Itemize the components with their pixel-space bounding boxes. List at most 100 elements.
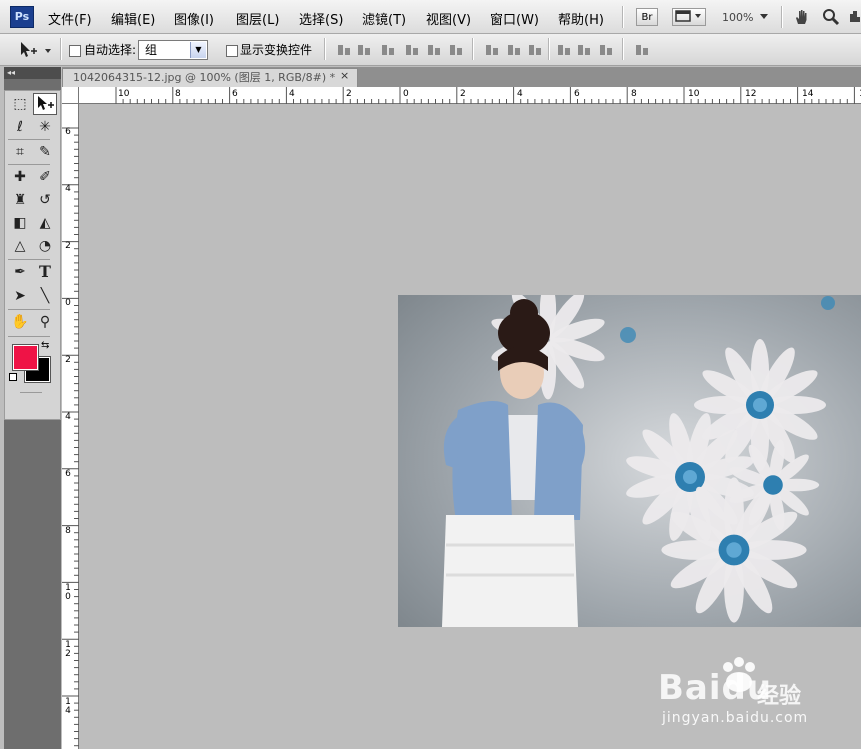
line-tool-icon[interactable]: ╲: [33, 285, 57, 307]
chevron-down-icon: ▼: [190, 42, 206, 58]
ruler-tick-label: 12: [65, 640, 71, 659]
ruler-tick-label: 2: [65, 355, 71, 365]
menu-layer[interactable]: 图层(L): [236, 9, 279, 28]
ruler-tick-label: 10: [118, 89, 130, 99]
tool-divider: [8, 336, 50, 337]
ruler-tick-label: 14: [802, 89, 814, 99]
ruler-tick-label: 8: [631, 89, 637, 99]
distribute-left-icon[interactable]: [556, 42, 572, 58]
align-top-icon[interactable]: [336, 42, 352, 58]
canvas-photo[interactable]: [398, 295, 861, 627]
ruler-tick-label: 2: [346, 89, 352, 99]
healing-brush-tool-icon[interactable]: ✚: [8, 166, 32, 188]
options-separator: [472, 38, 474, 60]
menu-window[interactable]: 窗口(W): [490, 9, 539, 28]
align-bottom-icon[interactable]: [380, 42, 396, 58]
bridge-button[interactable]: Br: [636, 8, 658, 26]
photo-content: [398, 295, 861, 627]
dodge-tool-icon[interactable]: ◔: [33, 235, 57, 257]
hand-icon[interactable]: [793, 8, 811, 26]
menu-filter[interactable]: 滤镜(T): [362, 9, 406, 28]
magic-wand-tool-icon[interactable]: ✳: [33, 116, 57, 138]
ruler-tick-label: 8: [175, 89, 181, 99]
marquee-tool-icon[interactable]: ⬚: [8, 93, 32, 115]
brush-tool-icon[interactable]: ✐: [33, 166, 57, 188]
blur-tool-icon[interactable]: △: [8, 235, 32, 257]
paint-bucket-tool-icon[interactable]: ◭: [33, 212, 57, 234]
ruler-tick-label: 10: [688, 89, 700, 99]
swap-colors-icon[interactable]: ⇆: [41, 340, 49, 351]
photoshop-logo: Ps: [10, 6, 34, 28]
default-colors-icon[interactable]: [9, 373, 17, 381]
options-separator: [60, 38, 62, 60]
auto-select-dropdown[interactable]: 组 ▼: [138, 40, 208, 60]
align-right-icon[interactable]: [448, 42, 464, 58]
ruler-tick-label: 0: [403, 89, 409, 99]
options-separator: [622, 38, 624, 60]
screen-mode-button[interactable]: [672, 8, 706, 26]
distribute-vertical-center-icon[interactable]: [506, 42, 522, 58]
close-tab-icon[interactable]: ×: [340, 69, 349, 82]
distribute-horizontal-center-icon[interactable]: [576, 42, 592, 58]
distribute-bottom-icon[interactable]: [527, 42, 543, 58]
eraser-tool-icon[interactable]: ◧: [8, 212, 32, 234]
crop-tool-icon[interactable]: ⌗: [8, 141, 32, 163]
eyedropper-tool-icon[interactable]: ✎: [33, 141, 57, 163]
menu-help[interactable]: 帮助(H): [558, 9, 604, 28]
ruler-tick-label: 6: [232, 89, 238, 99]
distribute-right-icon[interactable]: [598, 42, 614, 58]
auto-select-value: 组: [145, 43, 158, 57]
hand-tool-icon[interactable]: ✋: [8, 311, 32, 333]
ruler-tick-label: 6: [574, 89, 580, 99]
menu-view[interactable]: 视图(V): [426, 9, 471, 28]
watermark-cn: 经验: [757, 684, 802, 709]
pen-tool-icon[interactable]: ✒: [8, 261, 32, 283]
ruler-tick-label: 10: [65, 583, 71, 602]
menu-edit[interactable]: 编辑(E): [111, 9, 155, 28]
zoom-level[interactable]: 100%: [722, 11, 753, 24]
history-brush-tool-icon[interactable]: ↺: [33, 189, 57, 211]
rotate-view-icon[interactable]: [848, 8, 861, 26]
align-vertical-center-icon[interactable]: [356, 42, 372, 58]
path-selection-tool-icon[interactable]: ➤: [8, 285, 32, 307]
zoom-icon[interactable]: [822, 8, 840, 26]
toolbox-collapse-handle[interactable]: ◂◂: [4, 67, 61, 79]
ruler-origin[interactable]: [62, 87, 79, 104]
move-tool-preset-icon[interactable]: [18, 40, 54, 60]
zoom-dropdown-icon[interactable]: [760, 13, 769, 21]
watermark-url: jingyan.baidu.com: [662, 710, 809, 726]
watermark-brand: Baidu: [658, 668, 773, 708]
ruler-tick-label: 6: [65, 127, 71, 137]
tool-divider: [20, 392, 42, 393]
ruler-tick-label: 4: [65, 412, 71, 422]
auto-align-layers-icon[interactable]: [634, 42, 650, 58]
ruler-tick-label: 6: [65, 469, 71, 479]
tool-divider: [8, 164, 50, 165]
zoom-tool-icon[interactable]: ⚲: [33, 311, 57, 333]
lasso-tool-icon[interactable]: ℓ: [8, 116, 32, 138]
menu-select[interactable]: 选择(S): [299, 9, 343, 28]
clone-stamp-tool-icon[interactable]: ♜: [8, 189, 32, 211]
type-tool-icon[interactable]: T: [33, 261, 57, 283]
tool-divider: [8, 139, 50, 140]
tool-divider: [8, 309, 50, 310]
ruler-tick-label: 2: [65, 241, 71, 251]
menu-separator: [781, 6, 783, 28]
menu-file[interactable]: 文件(F): [48, 9, 92, 28]
ruler-tick-label: 12: [745, 89, 757, 99]
move-tool-icon[interactable]: [33, 93, 57, 115]
menu-separator: [622, 6, 624, 28]
show-transform-checkbox[interactable]: [226, 45, 238, 57]
distribute-top-icon[interactable]: [484, 42, 500, 58]
align-left-icon[interactable]: [404, 42, 420, 58]
foreground-color-swatch[interactable]: [12, 344, 39, 371]
tool-divider: [8, 259, 50, 260]
ruler-tick-label: 4: [517, 89, 523, 99]
document-tab[interactable]: 1042064315-12.jpg @ 100% (图层 1, RGB/8#) …: [62, 68, 358, 87]
auto-select-checkbox[interactable]: [69, 45, 81, 57]
menu-image[interactable]: 图像(I): [174, 9, 214, 28]
ruler-tick-label: 14: [65, 697, 71, 716]
screen-mode-icon: [675, 10, 701, 22]
align-horizontal-center-icon[interactable]: [426, 42, 442, 58]
ruler-tick-label: 8: [65, 526, 71, 536]
